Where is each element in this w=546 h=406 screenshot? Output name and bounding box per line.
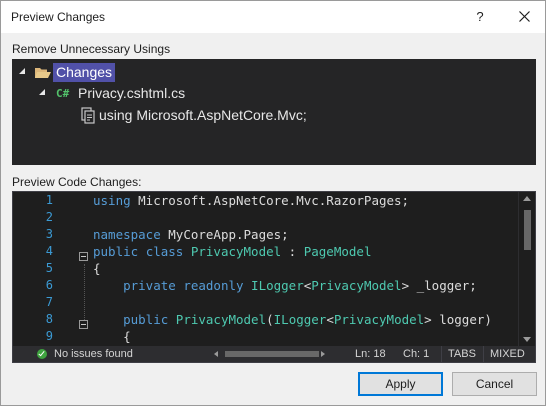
code-token: PrivacyModel — [311, 278, 402, 293]
scroll-down-arrow-icon[interactable] — [523, 337, 531, 342]
csharp-file-icon: C# — [56, 86, 70, 100]
code-token: { — [93, 329, 131, 344]
tree-item-file-label: Privacy.cshtml.cs — [78, 85, 186, 101]
collapse-constructor-icon[interactable] — [79, 320, 88, 329]
code-token: ( — [266, 312, 274, 327]
tree-item-using-label: using Microsoft.AspNetCore.Mvc; — [99, 107, 307, 123]
code-token: Microsoft.AspNetCore.Mvc.RazorPages; — [138, 193, 410, 208]
code-line[interactable]: private readonly ILogger<PrivacyModel> _… — [93, 278, 477, 293]
line-number: 9 — [45, 329, 53, 343]
scroll-right-arrow-icon[interactable] — [321, 351, 325, 357]
editor-status-bar: No issues found Ln: 18 Ch: 1 TABS MIXED — [13, 346, 535, 362]
line-number: 8 — [45, 312, 53, 326]
tree-item-using[interactable]: using Microsoft.AspNetCore.Mvc; — [79, 105, 307, 125]
check-circle-icon — [37, 349, 47, 359]
code-token: > _logger; — [401, 278, 477, 293]
cancel-button[interactable]: Cancel — [452, 372, 537, 396]
tree-item-file[interactable]: C# Privacy.cshtml.cs — [38, 83, 185, 103]
tree-item-changes-label: Changes — [53, 62, 116, 82]
expanded-arrow-icon[interactable] — [38, 88, 48, 98]
code-token: MyCoreApp.Pages; — [168, 227, 289, 242]
close-button[interactable] — [511, 7, 537, 27]
code-token: class — [145, 244, 191, 259]
issues-status[interactable]: No issues found — [54, 346, 133, 362]
code-token: { — [93, 261, 101, 276]
code-token: PrivacyModel — [175, 312, 267, 327]
code-token: ILogger — [251, 278, 304, 293]
code-token: PageModel — [303, 244, 372, 259]
code-line[interactable]: namespace MyCoreApp.Pages; — [93, 227, 289, 242]
code-line[interactable]: using Microsoft.AspNetCore.Mvc.RazorPage… — [93, 193, 409, 208]
code-token: : — [281, 244, 304, 259]
line-indicator[interactable]: Ln: 18 — [349, 346, 386, 362]
code-token: using — [93, 193, 139, 208]
code-token: PrivacyModel — [190, 244, 282, 259]
vertical-scroll-thumb[interactable] — [524, 210, 531, 250]
code-token: < — [326, 312, 334, 327]
code-change-icon — [81, 107, 95, 124]
line-number: 4 — [45, 244, 53, 258]
close-icon — [518, 11, 530, 22]
code-token: ILogger — [273, 312, 327, 327]
outline-guide — [84, 264, 85, 320]
line-endings-indicator[interactable]: MIXED — [483, 346, 525, 362]
code-line[interactable]: { — [93, 261, 101, 276]
line-number: 6 — [45, 278, 53, 292]
line-number: 5 — [45, 261, 53, 275]
tabs-indicator[interactable]: TABS — [441, 346, 476, 362]
dialog-title: Preview Changes — [11, 10, 106, 24]
collapse-class-icon[interactable] — [79, 252, 88, 261]
line-number: 1 — [45, 193, 53, 207]
horizontal-scroll-thumb[interactable] — [225, 351, 319, 357]
code-preview-editor[interactable]: 1 2 3 4 5 6 7 8 9 using Microsoft.AspNetCore.Mvc… — [12, 191, 536, 363]
code-line[interactable]: public class PrivacyModel : PageModel — [93, 244, 371, 259]
apply-button[interactable]: Apply — [358, 372, 443, 396]
tree-item-changes[interactable]: Changes — [18, 62, 116, 82]
preview-changes-dialog: Preview Changes ? Remove Unnecessary Usi… — [0, 0, 546, 406]
scroll-up-arrow-icon[interactable] — [523, 196, 531, 201]
line-number: 7 — [45, 295, 53, 309]
code-token: > logger) — [424, 312, 492, 327]
changes-tree[interactable]: Changes C# Privacy.cshtml.cs using Micro… — [12, 59, 536, 165]
code-token: private — [93, 278, 184, 293]
line-number: 2 — [45, 210, 53, 224]
line-number-gutter: 1 2 3 4 5 6 7 8 9 — [13, 192, 79, 346]
code-line[interactable]: { — [93, 329, 131, 344]
title-bar: Preview Changes ? — [1, 1, 545, 33]
code-token: namespace — [93, 227, 169, 242]
code-token: PrivacyModel — [333, 312, 425, 327]
changes-section-label: Remove Unnecessary Usings — [12, 42, 171, 56]
code-token: readonly — [183, 278, 252, 293]
column-indicator[interactable]: Ch: 1 — [397, 346, 429, 362]
code-token: public — [93, 312, 176, 327]
help-button[interactable]: ? — [469, 7, 491, 27]
folder-icon — [35, 68, 51, 78]
line-number: 3 — [45, 227, 53, 241]
vertical-scrollbar[interactable] — [518, 192, 535, 346]
scroll-left-arrow-icon[interactable] — [214, 351, 218, 357]
code-line[interactable]: public PrivacyModel(ILogger<PrivacyModel… — [93, 312, 492, 327]
code-token: public — [93, 244, 146, 259]
expanded-arrow-icon[interactable] — [18, 67, 28, 77]
preview-section-label: Preview Code Changes: — [12, 175, 142, 189]
